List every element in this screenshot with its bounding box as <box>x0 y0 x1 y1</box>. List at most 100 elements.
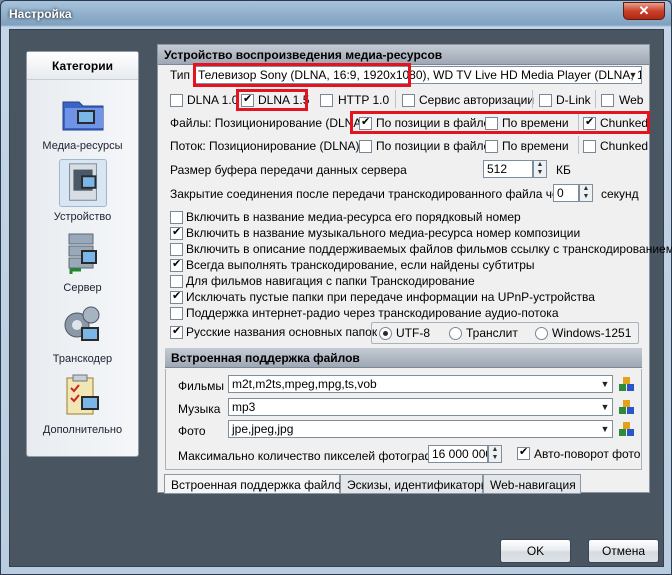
option-label: Включить в описание поддерживаемых файло… <box>186 242 672 256</box>
photo-value: jpe,jpeg,jpg <box>232 422 294 436</box>
tab-web-navigation[interactable]: Web-навигация <box>483 474 581 494</box>
files-positioning-label: Файлы: Позиционирование (DLNA): <box>170 116 369 130</box>
stream-pos-chunked-label: Chunked <box>600 139 649 153</box>
file-types-picker-icon[interactable] <box>618 398 636 416</box>
close-icon: ✕ <box>638 3 650 18</box>
divider <box>578 136 579 154</box>
autorotate-checkbox[interactable] <box>517 445 530 460</box>
dlink-checkbox[interactable] <box>539 94 552 107</box>
encoding-translit-radio[interactable] <box>449 327 462 340</box>
tab-thumbnails[interactable]: Эскизы, идентификаторы <box>340 474 489 494</box>
device-section-header: Устройство воспроизведения медиа-ресурсо… <box>158 45 649 65</box>
web-checkbox[interactable] <box>601 94 614 107</box>
chevron-down-icon[interactable]: ▼ <box>598 422 612 436</box>
cancel-button[interactable]: Отмена <box>588 539 659 563</box>
buffer-input[interactable]: 512 <box>483 160 533 178</box>
http10-label: HTTP 1.0 <box>338 93 390 107</box>
title-bar[interactable]: Настройка ✕ <box>1 1 671 29</box>
web-label: Web <box>619 93 644 107</box>
option-checkbox[interactable] <box>170 243 183 256</box>
stream-pos-by-time-checkbox[interactable] <box>485 140 498 153</box>
category-additional[interactable]: Дополнительно <box>27 372 138 436</box>
option-label: Включить в название медиа-ресурса его по… <box>186 210 521 224</box>
option-checkbox[interactable] <box>170 225 183 240</box>
music-value: mp3 <box>232 400 256 414</box>
close-connection-spinner[interactable]: ▲ ▼ <box>579 184 593 202</box>
window-title: Настройка <box>9 7 72 21</box>
option-checkbox[interactable] <box>170 211 183 224</box>
option-checkbox[interactable] <box>170 324 183 339</box>
max-pixels-input[interactable]: 16 000 000 <box>428 445 488 463</box>
encoding-translit-label: Транслит <box>466 326 518 340</box>
encoding-win1251-radio[interactable] <box>535 327 548 340</box>
option-label: Поддержка интернет-радио через транскоди… <box>186 306 559 320</box>
autorotate-label: Авто-поворот фото <box>534 447 641 461</box>
stream-pos-by-position-label: По позиции в файле <box>376 139 491 153</box>
category-label: Транскодер <box>52 353 113 365</box>
photo-input[interactable]: jpe,jpeg,jpg <box>228 420 613 438</box>
category-label: Дополнительно <box>42 424 123 436</box>
chevron-down-icon[interactable]: ▼ <box>598 400 612 414</box>
encoding-win1251-label: Windows-1251 <box>552 326 632 340</box>
category-device[interactable]: Устройство <box>27 159 138 223</box>
dlink-label: D-Link <box>556 93 591 107</box>
max-pixels-spinner[interactable]: ▲ ▼ <box>488 445 502 463</box>
buffer-value: 512 <box>487 162 508 176</box>
photo-label: Фото <box>178 424 206 438</box>
option-checkbox[interactable] <box>170 289 183 304</box>
type-label: Тип <box>170 68 191 82</box>
stream-pos-by-time-label: По времени <box>502 139 569 153</box>
close-button[interactable]: ✕ <box>623 2 665 20</box>
divider <box>532 90 533 108</box>
category-transcoder[interactable]: Транскодер <box>27 301 138 365</box>
highlight-files-positioning <box>350 111 650 134</box>
tab-label: Web-навигация <box>490 478 576 492</box>
additional-checklist-icon <box>66 374 99 415</box>
highlight-dlna15 <box>236 89 308 111</box>
tab-label: Эскизы, идентификаторы <box>347 478 490 492</box>
buffer-spinner[interactable]: ▲ ▼ <box>533 160 547 178</box>
chevron-down-icon[interactable]: ▼ <box>598 377 612 391</box>
option-label: Для фильмов навигация с папки Транскодир… <box>186 274 475 288</box>
media-folder-icon <box>62 101 103 131</box>
category-label: Устройство <box>53 211 112 223</box>
chevron-down-icon[interactable]: ▼ <box>626 68 640 82</box>
tab-label: Встроенная поддержка файлов <box>171 478 348 492</box>
category-label: Сервер <box>63 282 102 294</box>
dlna10-label: DLNA 1.0 <box>187 93 239 107</box>
encoding-utf8-radio[interactable] <box>379 327 392 340</box>
films-input[interactable]: m2t,m2ts,mpeg,mpg,ts,vob <box>228 375 613 393</box>
builtin-section-header: Встроенная поддержка файлов <box>165 348 642 368</box>
category-server[interactable]: Сервер <box>27 230 138 294</box>
file-types-picker-icon[interactable] <box>618 375 636 393</box>
films-value: m2t,m2ts,mpeg,mpg,ts,vob <box>232 377 377 391</box>
stream-pos-chunked-checkbox[interactable] <box>583 140 596 153</box>
tab-builtin-support[interactable]: Встроенная поддержка файлов <box>164 474 348 494</box>
transcoder-gears-icon <box>64 306 99 341</box>
http10-checkbox[interactable] <box>320 94 333 107</box>
option-checkbox[interactable] <box>170 257 183 272</box>
stream-pos-by-position-checkbox[interactable] <box>359 140 372 153</box>
file-types-picker-icon[interactable] <box>618 420 636 438</box>
option-label: Исключать пустые папки при передаче инфо… <box>186 290 595 304</box>
option-label: Включить в название музыкального медиа-р… <box>186 226 581 240</box>
close-connection-input[interactable]: 0 <box>553 184 579 202</box>
option-label: Всегда выполнять транскодирование, если … <box>186 258 535 272</box>
divider <box>595 90 596 108</box>
auth-label: Сервис авторизации <box>419 93 535 107</box>
category-media[interactable]: Медиа-ресурсы <box>27 88 138 152</box>
ok-button[interactable]: OK <box>500 539 571 563</box>
max-pixels-value: 16 000 000 <box>432 447 488 461</box>
option-checkbox[interactable] <box>170 307 183 320</box>
type-value-secondary: WD TV Live HD Media Player (DLNA, 16:9, … <box>433 68 641 82</box>
close-connection-unit: секунд <box>601 187 639 201</box>
divider <box>395 90 396 108</box>
option-checkbox[interactable] <box>170 275 183 288</box>
dlna10-checkbox[interactable] <box>170 94 183 107</box>
buffer-unit: КБ <box>556 163 571 177</box>
music-input[interactable]: mp3 <box>228 398 613 416</box>
auth-checkbox[interactable] <box>402 94 415 107</box>
categories-panel: Категории Медиа-ресурсы Устройство Серве… <box>26 51 139 457</box>
max-pixels-label: Максимально количество пикселей фотограф… <box>178 449 448 463</box>
category-label: Медиа-ресурсы <box>42 140 123 152</box>
